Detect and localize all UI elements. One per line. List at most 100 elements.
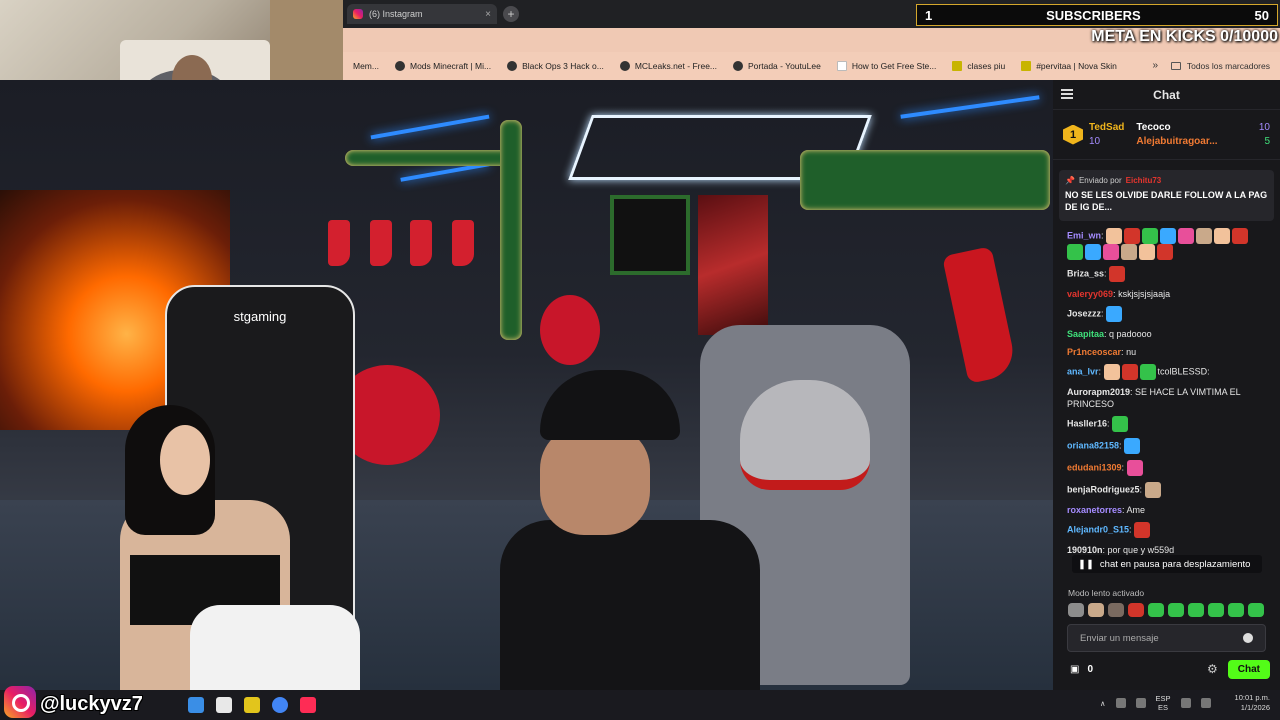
- chrome-icon[interactable]: [272, 697, 288, 713]
- gear-icon[interactable]: ⚙: [1207, 662, 1218, 676]
- emote-icon[interactable]: [1068, 603, 1084, 617]
- bookmark-item[interactable]: Mem...: [345, 61, 387, 71]
- emote-icon[interactable]: [1128, 603, 1144, 617]
- emote-icon: [1157, 244, 1173, 260]
- person-cap: [540, 370, 680, 440]
- bookmark-item[interactable]: clases piu: [944, 61, 1013, 71]
- stream-video[interactable]: stgaming: [0, 80, 1053, 690]
- globe-icon: [394, 61, 405, 71]
- chat-separator: :: [1139, 484, 1145, 495]
- chat-username[interactable]: benjaRodriguez5: [1067, 484, 1140, 494]
- emote-icon: [1134, 522, 1151, 538]
- chat-text: tcolBLESSD:: [1157, 366, 1210, 377]
- chat-username[interactable]: Emi_wn: [1067, 230, 1101, 240]
- emote-icon: [1144, 482, 1161, 498]
- tray-app-icon[interactable]: [1115, 698, 1126, 708]
- store-icon[interactable]: [188, 697, 204, 713]
- chat-username[interactable]: ana_lvr: [1067, 366, 1099, 376]
- chat-message[interactable]: 190910n: por que y w559d: [1067, 544, 1266, 555]
- all-bookmarks-button[interactable]: Todos los marcadores: [1170, 61, 1270, 71]
- chat-message[interactable]: edudani1309:: [1067, 460, 1266, 476]
- chat-message[interactable]: Alejandr0_S15:: [1067, 522, 1266, 538]
- chat-message[interactable]: Josezzz:: [1067, 306, 1266, 322]
- chat-message[interactable]: oriana82158:: [1067, 438, 1266, 454]
- chat-username[interactable]: Briza_ss: [1067, 268, 1104, 278]
- chat-message[interactable]: benjaRodriguez5:: [1067, 482, 1266, 498]
- new-tab-button[interactable]: +: [503, 6, 519, 22]
- emote-icon[interactable]: [1208, 603, 1224, 617]
- emote-icon[interactable]: [1108, 603, 1124, 617]
- chat-username[interactable]: edudani1309: [1067, 462, 1122, 472]
- chat-message-list[interactable]: Emi_wn: Briza_ss: valeryy069: kskjsjsjsj…: [1053, 225, 1280, 555]
- scene-tv: [610, 195, 690, 275]
- file-explorer-icon[interactable]: [244, 697, 260, 713]
- chat-message[interactable]: valeryy069: kskjsjsjsjaaja: [1067, 288, 1266, 300]
- pinned-message[interactable]: 📌 Enviado por Eichitu73 NO SE LES OLVIDE…: [1059, 170, 1274, 221]
- chat-username[interactable]: Pr1nceoscar: [1067, 347, 1121, 357]
- leaderboard-row[interactable]: Tecoco 10: [1136, 121, 1270, 135]
- bookmark-item[interactable]: Mods Minecraft | Mi...: [387, 61, 499, 71]
- bookmark-item[interactable]: MCLeaks.net - Free...: [612, 61, 725, 71]
- chat-message[interactable]: Hasller16:: [1067, 416, 1266, 432]
- bookmark-item[interactable]: #pervitaa | Nova Skin: [1013, 61, 1125, 71]
- clock[interactable]: 10:01 p.m. 1/1/2026: [1235, 693, 1270, 713]
- browser-tab-instagram[interactable]: (6) Instagram ×: [347, 4, 497, 24]
- bookmark-item[interactable]: How to Get Free Ste...: [829, 61, 945, 71]
- tiktok-icon[interactable]: [300, 697, 316, 713]
- leaderboard-top[interactable]: TedSad 10: [1089, 121, 1124, 149]
- emote-icon[interactable]: [1088, 603, 1104, 617]
- bookmark-item[interactable]: Portada - YoutuLee: [725, 61, 829, 71]
- chat-message[interactable]: Aurorapm2019: SE HACE LA VIMTIMA EL PRIN…: [1067, 386, 1266, 410]
- emote-icon: [1124, 438, 1141, 454]
- chat-message[interactable]: Briza_ss:: [1067, 266, 1266, 282]
- chevron-up-icon[interactable]: ∧: [1100, 699, 1106, 708]
- chat-message[interactable]: Saapitaa: q padoooo: [1067, 328, 1266, 340]
- bookmark-label: How to Get Free Ste...: [851, 61, 937, 71]
- chat-panel: Chat 1 TedSad 10 Tecoco 10 Alejabuitrago…: [1053, 80, 1280, 690]
- send-chat-button[interactable]: Chat: [1227, 659, 1270, 679]
- chat-username[interactable]: Alejandr0_S15: [1067, 524, 1129, 534]
- chat-message[interactable]: roxanetorres: Ame: [1067, 504, 1266, 516]
- chat-username[interactable]: Hasller16: [1067, 418, 1107, 428]
- bookmark-item[interactable]: Black Ops 3 Hack o...: [499, 61, 612, 71]
- emote-icon[interactable]: [1148, 603, 1164, 617]
- shop-icon[interactable]: ▣: [1070, 664, 1079, 675]
- tab-close-button[interactable]: ×: [485, 9, 491, 20]
- network-icon[interactable]: [1180, 698, 1191, 708]
- leaderboard-count: 10: [1258, 121, 1270, 133]
- microphone-icon[interactable]: [1135, 698, 1146, 708]
- chat-username[interactable]: Josezzz: [1067, 308, 1101, 318]
- page-icon: [836, 61, 847, 71]
- chat-username[interactable]: Aurorapm2019: [1067, 387, 1130, 397]
- emote-icon: [1196, 228, 1213, 244]
- chat-message[interactable]: Emi_wn:: [1067, 228, 1266, 260]
- quick-emote-bar: [1068, 603, 1264, 617]
- chat-text: q padoooo: [1109, 329, 1152, 339]
- scene-stocking: [328, 220, 350, 266]
- chat-username[interactable]: oriana82158: [1067, 440, 1119, 450]
- emote-icon: [1085, 244, 1101, 260]
- globe-icon: [507, 61, 518, 71]
- chat-message[interactable]: ana_lvr: tcolBLESSD:: [1067, 364, 1266, 380]
- leaderboard-row[interactable]: Alejabuitragoar... 5: [1136, 135, 1270, 149]
- chat-username[interactable]: valeryy069: [1067, 289, 1113, 299]
- emote-icon[interactable]: [1168, 603, 1184, 617]
- bookmarks-overflow-button[interactable]: »: [1152, 60, 1158, 71]
- volume-icon[interactable]: [1200, 698, 1211, 708]
- emote-icon[interactable]: [1248, 603, 1264, 617]
- folder-icon: [1170, 62, 1181, 70]
- collapse-chat-icon[interactable]: [1061, 89, 1073, 99]
- chat-message[interactable]: Pr1nceoscar: nu: [1067, 346, 1266, 358]
- scene-big-stocking: [942, 246, 1018, 384]
- emote-icon[interactable]: [1228, 603, 1244, 617]
- app-icon[interactable]: [216, 697, 232, 713]
- emoji-picker-icon[interactable]: [1243, 633, 1253, 643]
- chat-paused-banner[interactable]: ❚❚ chat en pausa para desplazamiento: [1072, 555, 1262, 573]
- emote-icon[interactable]: [1188, 603, 1204, 617]
- chat-username[interactable]: 190910n: [1067, 545, 1103, 555]
- chat-username[interactable]: Saapitaa: [1067, 329, 1104, 339]
- chat-message-input[interactable]: Enviar un mensaje: [1067, 624, 1266, 652]
- chat-username[interactable]: roxanetorres: [1067, 505, 1122, 515]
- scene-beanbag: [540, 295, 600, 365]
- language-indicator[interactable]: ESP ES: [1156, 694, 1171, 712]
